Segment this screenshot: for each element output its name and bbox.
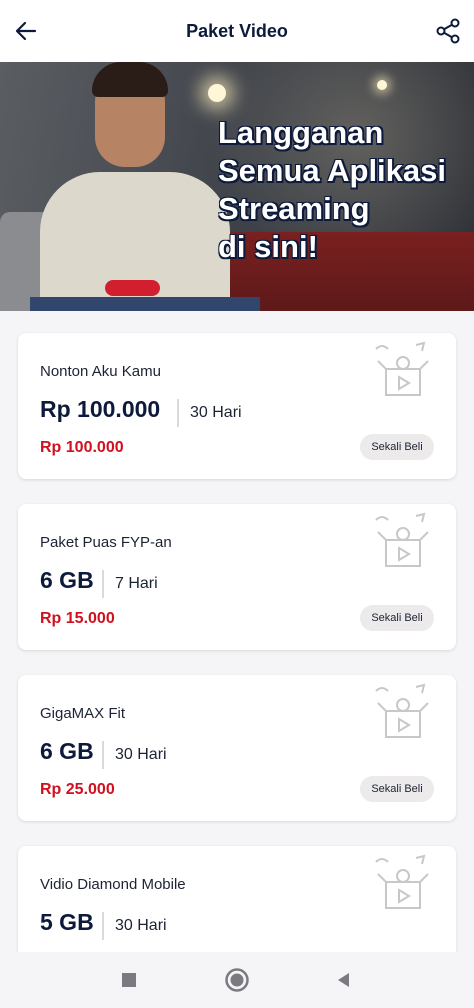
- banner-person-hair: [92, 62, 168, 97]
- banner-person-jeans: [30, 297, 260, 311]
- package-price: Rp 100.000: [40, 439, 124, 456]
- package-price: Rp 25.000: [40, 781, 115, 798]
- share-icon: [436, 18, 460, 44]
- package-quota: 6 GB: [40, 738, 94, 764]
- streaming-box-icon: [375, 683, 429, 738]
- banner-tagline-line: di sini!: [218, 229, 318, 264]
- streaming-box-icon: [375, 854, 429, 909]
- game-controller: [105, 280, 160, 296]
- package-quota: 5 GB: [40, 909, 94, 935]
- share-button[interactable]: [430, 13, 466, 49]
- package-duration: 30 Hari: [190, 404, 242, 421]
- package-price: Rp 15.000: [40, 610, 115, 627]
- package-name: Vidio Diamond Mobile: [40, 876, 186, 893]
- banner-tagline-line: Semua Aplikasi: [218, 153, 447, 188]
- package-name: Paket Puas FYP-an: [40, 534, 172, 551]
- back-button[interactable]: [8, 13, 44, 49]
- package-duration: 7 Hari: [115, 575, 158, 592]
- promo-banner[interactable]: Langganan Semua Aplikasi Streaming di si…: [0, 62, 474, 311]
- home-button[interactable]: [223, 966, 251, 994]
- app-header: Paket Video: [0, 0, 474, 62]
- quota-divider: [102, 741, 104, 769]
- arrow-left-icon: [15, 21, 37, 41]
- lamp-light-small: [377, 80, 387, 90]
- package-name: GigaMAX Fit: [40, 705, 126, 722]
- streaming-box-icon: [375, 512, 429, 567]
- banner-tagline-line: Streaming: [218, 191, 370, 226]
- package-card[interactable]: GigaMAX Fit 6 GB 30 Hari Rp 25.000 Sekal…: [18, 675, 456, 821]
- quota-divider: [177, 399, 179, 427]
- lamp-light: [208, 84, 226, 102]
- triangle-back-icon: [338, 973, 349, 987]
- quota-divider: [102, 570, 104, 598]
- sekali-beli-button[interactable]: Sekali Beli: [360, 776, 434, 802]
- streaming-box-icon: [375, 341, 429, 396]
- system-back-button[interactable]: [330, 966, 358, 994]
- package-quota: 6 GB: [40, 567, 94, 593]
- package-duration: 30 Hari: [115, 746, 167, 763]
- package-duration: 30 Hari: [115, 917, 167, 934]
- page-title: Paket Video: [186, 20, 288, 41]
- circle-home-icon: [225, 968, 249, 992]
- package-name: Nonton Aku Kamu: [40, 363, 161, 380]
- banner-tagline-line: Langganan: [218, 115, 384, 150]
- square-icon: [122, 973, 136, 987]
- package-card[interactable]: Paket Puas FYP-an 6 GB 7 Hari Rp 15.000 …: [18, 504, 456, 650]
- sekali-beli-button[interactable]: Sekali Beli: [360, 605, 434, 631]
- package-quota: Rp 100.000: [40, 396, 161, 422]
- package-card[interactable]: Nonton Aku Kamu Rp 100.000 30 Hari Rp 10…: [18, 333, 456, 479]
- quota-divider: [102, 912, 104, 940]
- recent-apps-button[interactable]: [115, 966, 143, 994]
- banner-tagline: Langganan Semua Aplikasi Streaming di si…: [218, 114, 474, 266]
- sekali-beli-button[interactable]: Sekali Beli: [360, 434, 434, 460]
- system-nav-bar: [0, 952, 474, 1008]
